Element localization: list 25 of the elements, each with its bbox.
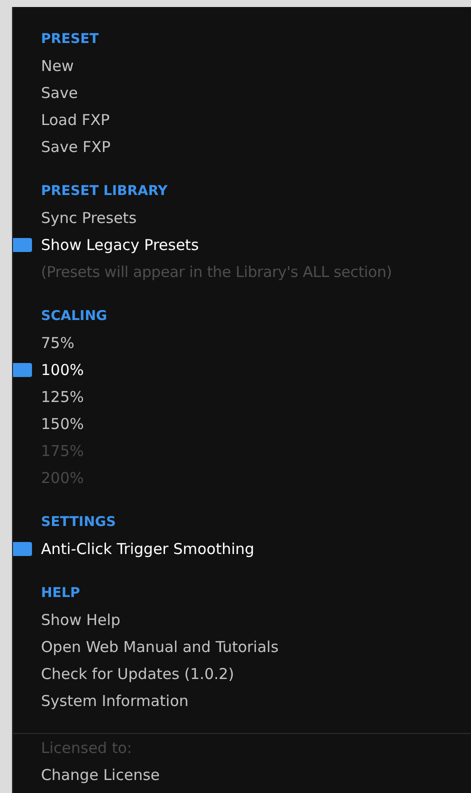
- menu-item[interactable]: Show Legacy Presets: [41, 236, 199, 254]
- menu-item[interactable]: Anti-Click Trigger Smoothing: [41, 540, 254, 558]
- menu-item[interactable]: Show Help: [41, 610, 120, 628]
- menu-item[interactable]: 75%: [41, 334, 74, 352]
- menu-item[interactable]: Load FXP: [41, 110, 110, 128]
- menu-item[interactable]: Open Web Manual and Tutorials: [41, 638, 279, 656]
- section-heading: PRESET LIBRARY: [40, 182, 169, 201]
- menu-item: 200%: [41, 468, 84, 486]
- section-heading: HELP: [40, 584, 82, 603]
- menu-item[interactable]: Check for Updates (1.0.2): [41, 664, 234, 682]
- section-heading: SCALING: [40, 307, 108, 326]
- menu-item[interactable]: New: [41, 56, 74, 74]
- menu-item: 175%: [41, 442, 84, 460]
- menu-item[interactable]: 125%: [41, 388, 84, 406]
- menu-item[interactable]: 150%: [41, 414, 84, 432]
- section-heading: SETTINGS: [40, 513, 117, 532]
- menu-note: (Presets will appear in the Library's ALL section): [41, 262, 392, 280]
- menu-item[interactable]: System Information: [41, 692, 189, 710]
- change-license-item[interactable]: Change License: [41, 766, 160, 784]
- menu-item[interactable]: Save: [41, 84, 78, 102]
- menu-item[interactable]: Save FXP: [41, 138, 111, 156]
- menu-item[interactable]: Sync Presets: [41, 208, 137, 226]
- license-label: Licensed to:: [41, 738, 132, 756]
- menu-item[interactable]: 100%: [41, 360, 84, 378]
- section-heading: PRESET: [40, 30, 100, 49]
